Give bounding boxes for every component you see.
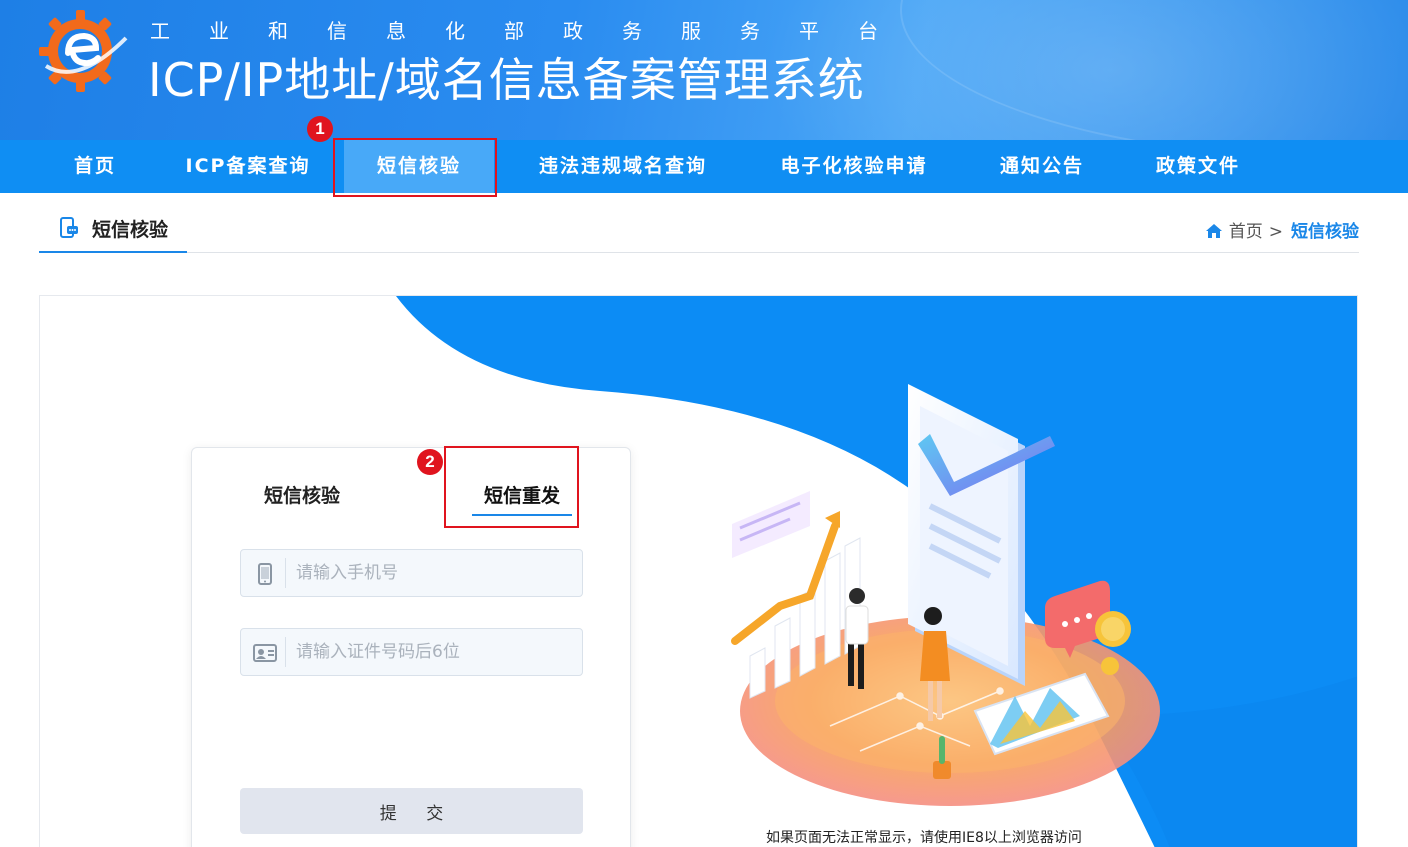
nav-item-illegal-domain-query[interactable]: 违法违规域名查询 — [526, 140, 720, 193]
mobile-phone-icon — [258, 563, 272, 585]
step-marker-2: 2 — [417, 449, 443, 475]
highlight-box-1 — [333, 138, 497, 197]
field-divider — [285, 637, 286, 667]
nav-item-home[interactable]: 首页 — [52, 140, 138, 193]
phone-input[interactable] — [296, 550, 576, 596]
browser-notice: 如果页面无法正常显示，请使用IE8以上浏览器访问 — [766, 830, 1082, 846]
nav-item-icp-query[interactable]: ICP备案查询 — [174, 140, 322, 193]
phone-field[interactable] — [240, 549, 583, 597]
site-subtitle: 工业和信息化部政务服务平台 — [150, 19, 917, 43]
step-marker-1: 1 — [307, 116, 333, 142]
site-header: 工业和信息化部政务服务平台 ICP/IP地址/域名信息备案管理系统 — [0, 0, 1408, 140]
page-tab-sms-verify[interactable]: 短信核验 — [39, 205, 187, 253]
highlight-box-2 — [444, 446, 579, 528]
page-header-bar: 短信核验 首页 > 短信核验 — [39, 205, 1359, 253]
miit-logo-icon — [39, 10, 128, 92]
id-number-field[interactable] — [240, 628, 583, 676]
breadcrumb-home[interactable]: 首页 — [1229, 222, 1263, 242]
breadcrumb-current: 短信核验 — [1291, 222, 1359, 242]
home-icon — [1205, 224, 1222, 238]
main-nav: 首页 ICP备案查询 短信核验 违法违规域名查询 电子化核验申请 通知公告 政策… — [0, 140, 1408, 193]
breadcrumb-separator: > — [1268, 222, 1283, 242]
tab-sms-verify[interactable]: 短信核验 — [264, 481, 340, 508]
id-number-input[interactable] — [296, 629, 576, 675]
sms-phone-icon — [60, 217, 78, 238]
content-panel: 短信核验 短信重发 提 交 如果页面无法正常显示，请使用IE8以上浏览 — [39, 295, 1358, 847]
id-card-icon — [253, 644, 277, 662]
nav-item-policy-docs[interactable]: 政策文件 — [1142, 140, 1254, 193]
field-divider — [285, 558, 286, 588]
nav-item-electronic-verify-apply[interactable]: 电子化核验申请 — [766, 140, 942, 193]
breadcrumb: 首页 > 短信核验 — [1205, 217, 1359, 242]
page-title: 短信核验 — [92, 219, 169, 241]
submit-button[interactable]: 提 交 — [240, 788, 583, 834]
nav-item-notices[interactable]: 通知公告 — [986, 140, 1098, 193]
site-title: ICP/IP地址/域名信息备案管理系统 — [148, 53, 865, 107]
